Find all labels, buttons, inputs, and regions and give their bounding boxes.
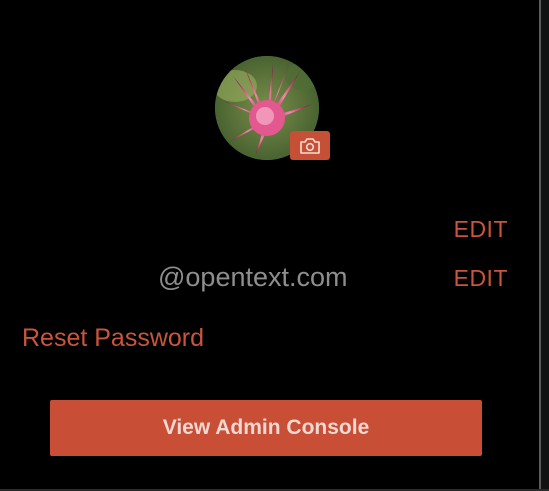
scrollbar[interactable] <box>539 0 549 491</box>
edit-email-link[interactable]: EDIT <box>454 265 508 292</box>
profile-panel: EDIT @opentext.com EDIT Reset Password V… <box>0 0 549 491</box>
avatar-container <box>215 56 333 164</box>
reset-password-link[interactable]: Reset Password <box>22 324 204 353</box>
edit-name-link[interactable]: EDIT <box>454 216 508 243</box>
email-value: @opentext.com <box>158 262 348 292</box>
view-admin-console-button[interactable]: View Admin Console <box>50 400 482 456</box>
change-photo-button[interactable] <box>290 131 330 160</box>
camera-icon <box>300 137 320 154</box>
